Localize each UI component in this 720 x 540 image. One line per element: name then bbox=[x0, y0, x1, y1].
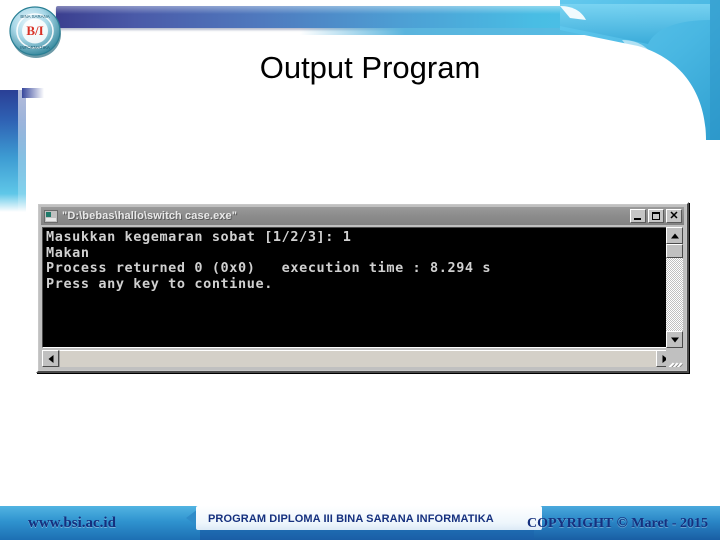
slide-footer: www.bsi.ac.id PROGRAM DIPLOMA III BINA S… bbox=[0, 500, 720, 540]
terminal-output-area[interactable]: Masukkan kegemaran sobat [1/2/3]: 1 Maka… bbox=[42, 227, 673, 348]
scroll-up-button[interactable] bbox=[666, 227, 683, 244]
scroll-down-arrow-icon bbox=[670, 337, 679, 342]
svg-text:BINA SARANA: BINA SARANA bbox=[20, 14, 49, 19]
console-titlebar[interactable]: "D:\bebas\hallo\switch case.exe" ✕ bbox=[41, 207, 684, 225]
top-ribbon-secondary-decoration bbox=[300, 28, 720, 35]
vertical-scrollbar-thumb[interactable] bbox=[666, 244, 683, 258]
footer-copyright: COPYRIGHT © Maret - 2015 bbox=[527, 515, 708, 532]
console-window[interactable]: "D:\bebas\hallo\switch case.exe" ✕ Masuk… bbox=[36, 202, 689, 373]
console-window-icon bbox=[44, 209, 58, 223]
minimize-icon bbox=[634, 218, 641, 220]
svg-text:INFORMATIKA: INFORMATIKA bbox=[20, 45, 50, 50]
footer-program-name: PROGRAM DIPLOMA III BINA SARANA INFORMAT… bbox=[208, 513, 494, 525]
top-ribbon-decoration bbox=[56, 6, 720, 28]
terminal-line: Process returned 0 (0x0) execution time … bbox=[46, 260, 492, 276]
bsi-logo-icon: B/I BINA SARANA INFORMATIKA bbox=[8, 4, 64, 60]
scroll-up-arrow-icon bbox=[670, 233, 679, 238]
terminal-line: Masukkan kegemaran sobat [1/2/3]: 1 bbox=[46, 229, 352, 245]
terminal-line: Press any key to continue. bbox=[46, 275, 273, 292]
page-title: Output Program bbox=[259, 50, 481, 85]
close-icon: ✕ bbox=[669, 210, 679, 222]
resize-grip-icon[interactable] bbox=[666, 350, 683, 367]
left-edge-bar-decoration bbox=[0, 90, 26, 212]
horizontal-scrollbar[interactable] bbox=[42, 350, 673, 367]
minimize-button[interactable] bbox=[630, 209, 646, 223]
copyright-symbol-icon: © bbox=[616, 515, 628, 531]
svg-text:B/I: B/I bbox=[26, 23, 43, 38]
terminal-line: Makan bbox=[46, 244, 90, 261]
close-button[interactable]: ✕ bbox=[666, 209, 682, 223]
vertical-scrollbar[interactable] bbox=[666, 227, 683, 348]
copyright-suffix: Maret - 2015 bbox=[631, 516, 708, 531]
horizontal-scrollbar-thumb[interactable] bbox=[59, 350, 656, 367]
maximize-icon bbox=[652, 212, 660, 220]
slide-canvas: B/I BINA SARANA INFORMATIKA Output Progr… bbox=[0, 0, 720, 540]
left-edge-bar-cap-decoration bbox=[22, 88, 44, 98]
console-title-text: "D:\bebas\hallo\switch case.exe" bbox=[62, 210, 238, 222]
scroll-left-button[interactable] bbox=[42, 350, 59, 367]
scroll-left-arrow-icon bbox=[48, 354, 53, 363]
scroll-down-button[interactable] bbox=[666, 331, 683, 348]
window-controls: ✕ bbox=[630, 209, 682, 223]
footer-website-url[interactable]: www.bsi.ac.id bbox=[28, 515, 116, 532]
console-window-inner-frame: "D:\bebas\hallo\switch case.exe" ✕ Masuk… bbox=[38, 204, 687, 371]
copyright-prefix: COPYRIGHT bbox=[526, 516, 614, 531]
maximize-button[interactable] bbox=[648, 209, 664, 223]
